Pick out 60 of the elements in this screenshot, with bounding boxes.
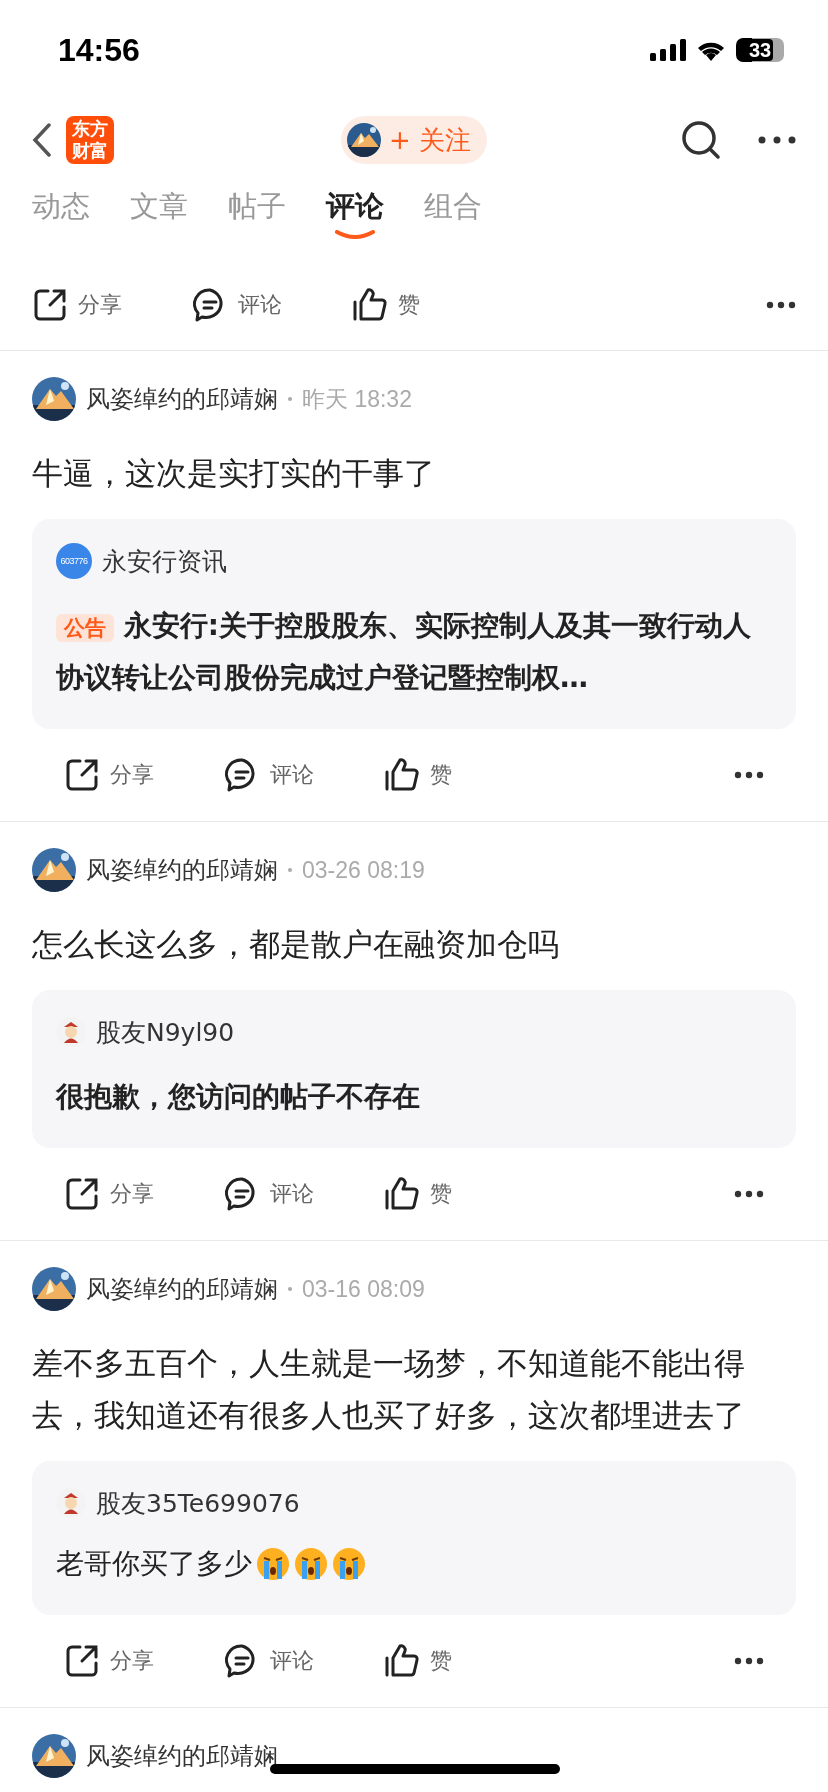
share-button[interactable]: 分享 bbox=[64, 1643, 224, 1679]
quoted-card[interactable]: 股友N9yl90 很抱歉，您访问的帖子不存在 bbox=[32, 990, 796, 1148]
search-icon[interactable] bbox=[680, 119, 722, 161]
comment-text: 怎么长这么多，都是散户在融资加仓吗 bbox=[32, 925, 560, 964]
share-icon bbox=[64, 1176, 100, 1212]
quoted-card[interactable]: 股友35Te699076 老哥你买了多少 bbox=[32, 1461, 796, 1615]
battery-icon: 33 bbox=[736, 38, 784, 62]
quote-source: 股友35Te699076 bbox=[96, 1487, 300, 1520]
more-icon[interactable] bbox=[734, 771, 764, 779]
tab[interactable]: 评论 bbox=[326, 186, 384, 226]
more-icon[interactable] bbox=[766, 301, 796, 309]
post-time: 03-16 08:09 bbox=[302, 1275, 425, 1303]
comment-button[interactable]: 评论 bbox=[224, 1643, 384, 1679]
tab-underline bbox=[335, 230, 375, 240]
comment-button[interactable]: 评论 bbox=[224, 757, 384, 793]
share-button[interactable]: 分享 bbox=[64, 757, 224, 793]
share-icon bbox=[64, 1643, 100, 1679]
comment-button[interactable]: 评论 bbox=[192, 287, 352, 323]
notice-tag: 公告 bbox=[56, 614, 114, 642]
signal-icon bbox=[650, 39, 686, 61]
share-button[interactable]: 分享 bbox=[64, 1176, 224, 1212]
share-icon bbox=[32, 287, 68, 323]
author-name[interactable]: 风姿绰约的邱靖娴 bbox=[86, 1740, 278, 1772]
back-icon[interactable] bbox=[32, 123, 52, 157]
author-name[interactable]: 风姿绰约的邱靖娴 bbox=[86, 383, 278, 415]
post-time: 昨天 18:32 bbox=[302, 384, 412, 414]
status-time: 14:56 bbox=[58, 31, 140, 69]
quote-text: 老哥你买了多少 bbox=[56, 1546, 252, 1582]
comment-text: 牛逼，这次是实打实的干事了 bbox=[32, 454, 436, 493]
thumbs-up-icon bbox=[384, 1643, 420, 1679]
separator-dot-icon bbox=[288, 397, 292, 401]
like-button[interactable]: 赞 bbox=[384, 1643, 544, 1679]
more-icon[interactable] bbox=[734, 1190, 764, 1198]
app-logo: 东方财富 bbox=[66, 116, 114, 164]
share-button[interactable]: 分享 bbox=[32, 287, 192, 323]
quote-text: 公告 永安行:关于控股股东、实际控制人及其一致行动人协议转让公司股份完成过户登记暨控制权… bbox=[56, 608, 752, 696]
quote-source: 永安行资讯 bbox=[102, 545, 227, 578]
comment-text: 差不多五百个，人生就是一场梦，不知道能不能出得去，我知道还有很多人也买了好多，这次都埋进去了 bbox=[32, 1344, 746, 1435]
comment-button[interactable]: 评论 bbox=[224, 1176, 384, 1212]
like-button[interactable]: 赞 bbox=[352, 287, 512, 323]
like-button[interactable]: 赞 bbox=[384, 757, 544, 793]
author-name[interactable]: 风姿绰约的邱靖娴 bbox=[86, 854, 278, 886]
thumbs-up-icon bbox=[384, 1176, 420, 1212]
post-time: 03-26 08:19 bbox=[302, 856, 425, 884]
quote-source: 股友N9yl90 bbox=[96, 1016, 235, 1049]
more-icon[interactable] bbox=[758, 136, 796, 144]
separator-dot-icon bbox=[288, 1287, 292, 1291]
like-button[interactable]: 赞 bbox=[384, 1176, 544, 1212]
quote-text: 很抱歉，您访问的帖子不存在 bbox=[56, 1079, 421, 1115]
quoted-card[interactable]: 603776 永安行资讯 公告 永安行:关于控股股东、实际控制人及其一致行动人协议转让公司股份完成过户登记暨控制权… bbox=[32, 519, 796, 729]
crying-emoji-icon bbox=[332, 1547, 366, 1581]
thumbs-up-icon bbox=[352, 287, 388, 323]
crying-emoji-icon bbox=[294, 1547, 328, 1581]
stock-badge: 603776 bbox=[56, 543, 92, 579]
more-icon[interactable] bbox=[734, 1657, 764, 1665]
separator-dot-icon bbox=[288, 868, 292, 872]
share-icon bbox=[64, 757, 100, 793]
author-name[interactable]: 风姿绰约的邱靖娴 bbox=[86, 1273, 278, 1305]
crying-emoji-icon bbox=[256, 1547, 290, 1581]
thumbs-up-icon bbox=[384, 757, 420, 793]
